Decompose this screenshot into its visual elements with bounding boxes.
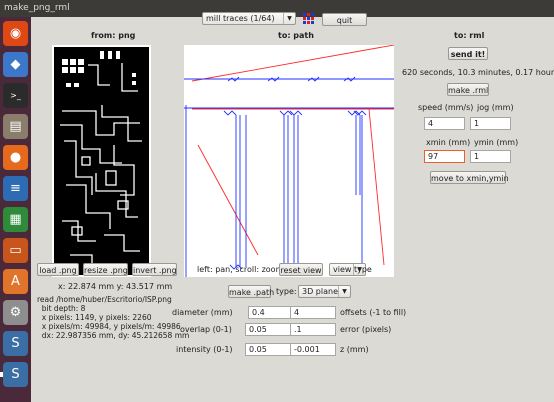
path-view-canvas[interactable] [184,45,394,277]
intensity-input[interactable]: 0.05 [245,343,291,356]
settings-icon[interactable]: ⚙ [3,300,28,325]
invert-png-button[interactable]: invert .png [132,263,177,276]
chevron-down-icon: ▼ [338,286,350,297]
job-time: 620 seconds, 10.3 minutes, 0.17 hours [402,68,554,77]
overlap-input[interactable]: 0.05 [245,323,291,336]
window-title: make_png_rml [4,3,70,13]
path-type-value: 3D plane [302,287,338,296]
chevron-down-icon: ▼ [353,264,365,275]
ymin-label: ymin (mm) [474,138,519,147]
process-select[interactable]: mill traces (1/64) ▼ [202,12,296,25]
type-label: type: [276,287,297,296]
offsets-input[interactable]: 4 [290,306,336,319]
jog-label: jog (mm) [477,103,514,112]
speed-input[interactable]: 4 [424,117,465,130]
writer-icon-glyph: ≡ [10,181,21,196]
ymin-input[interactable]: 1 [470,150,511,163]
dropbox-icon[interactable]: ◆ [3,52,28,77]
impress-icon-glyph: ▭ [9,243,22,258]
make-rml-button[interactable]: make .rml [447,83,489,96]
ubuntu-dash-icon-glyph: ◉ [9,26,22,41]
reset-view-button[interactable]: reset view [279,263,323,276]
cursor-coordinates: x: 22.874 mm y: 43.517 mm [58,282,173,291]
firefox-icon-glyph: ● [9,150,22,165]
python-icon-2[interactable]: S [0,362,28,387]
writer-icon[interactable]: ≡ [3,176,28,201]
intensity-label: intensity (0-1) [176,345,233,354]
rml-header: to: rml [454,31,485,40]
path-header: to: path [278,31,314,40]
diameter-input[interactable]: 0.4 [248,306,296,319]
make-path-button[interactable]: make .path [228,285,274,298]
color-palette-icon[interactable] [303,13,315,25]
terminal-icon-glyph: >_ [10,91,21,100]
z-input[interactable]: -0.001 [290,343,336,356]
xmin-label: xmin (mm) [426,138,471,147]
png-preview[interactable] [52,45,151,277]
python-icon[interactable]: S [3,331,28,356]
overlap-label: overlap (0-1) [180,325,232,334]
python-icon-2-glyph: S [11,367,20,382]
png-info-line: read /home/huber/Escritorio/ISP.png [37,295,172,304]
move-to-xmin-ymin-button[interactable]: move to xmin,ymin [430,171,509,184]
app-window: mill traces (1/64) ▼ quit from: png to: … [31,12,554,402]
ubuntu-dash-icon[interactable]: ◉ [3,21,28,46]
png-info-line: x pixels: 1149, y pixels: 2260 [37,313,152,322]
resize-png-button[interactable]: resize .png [83,263,128,276]
png-info: read /home/huber/Escritorio/ISP.png bit … [37,295,189,340]
view-hint: left: pan, scroll: zoom [197,265,284,274]
png-header: from: png [91,31,136,40]
png-info-line: dx: 22.987356 mm, dy: 45.212658 mm [37,331,190,340]
png-info-line: bit depth: 8 [37,304,86,313]
calc-icon[interactable]: ▦ [3,207,28,232]
error-input[interactable]: .1 [290,323,336,336]
z-label: z (mm) [340,345,369,354]
png-info-line: x pixels/m: 49984, y pixels/m: 49986 [37,322,181,331]
xmin-input[interactable]: 97 [424,150,465,163]
view-type-select[interactable]: view type ▼ [329,263,372,276]
offsets-label: offsets (-1 to fill) [340,308,407,317]
terminal-icon[interactable]: >_ [3,83,28,108]
diameter-label: diameter (mm) [172,308,233,317]
unity-launcher: ◉ ◆ >_ ▤ ● ≡ ▦ ▭ A ⚙ S S [0,17,31,402]
error-label: error (pixels) [340,325,392,334]
process-select-value: mill traces (1/64) [206,14,275,23]
python-icon-glyph: S [11,336,20,351]
running-indicator [0,372,3,377]
software-center-icon-glyph: A [11,274,20,289]
path-type-select[interactable]: 3D plane ▼ [298,285,351,298]
chevron-down-icon: ▼ [283,13,295,24]
file-manager-icon-glyph: ▤ [9,119,22,134]
impress-icon[interactable]: ▭ [3,238,28,263]
file-manager-icon[interactable]: ▤ [3,114,28,139]
firefox-icon[interactable]: ● [3,145,28,170]
send-it-button[interactable]: send it! [448,47,488,60]
software-center-icon[interactable]: A [3,269,28,294]
calc-icon-glyph: ▦ [9,212,22,227]
speed-label: speed (mm/s) [418,103,474,112]
quit-button[interactable]: quit [322,13,367,26]
dropbox-icon-glyph: ◆ [10,57,21,72]
load-png-button[interactable]: load .png [37,263,79,276]
settings-icon-glyph: ⚙ [9,305,22,320]
jog-input[interactable]: 1 [470,117,511,130]
